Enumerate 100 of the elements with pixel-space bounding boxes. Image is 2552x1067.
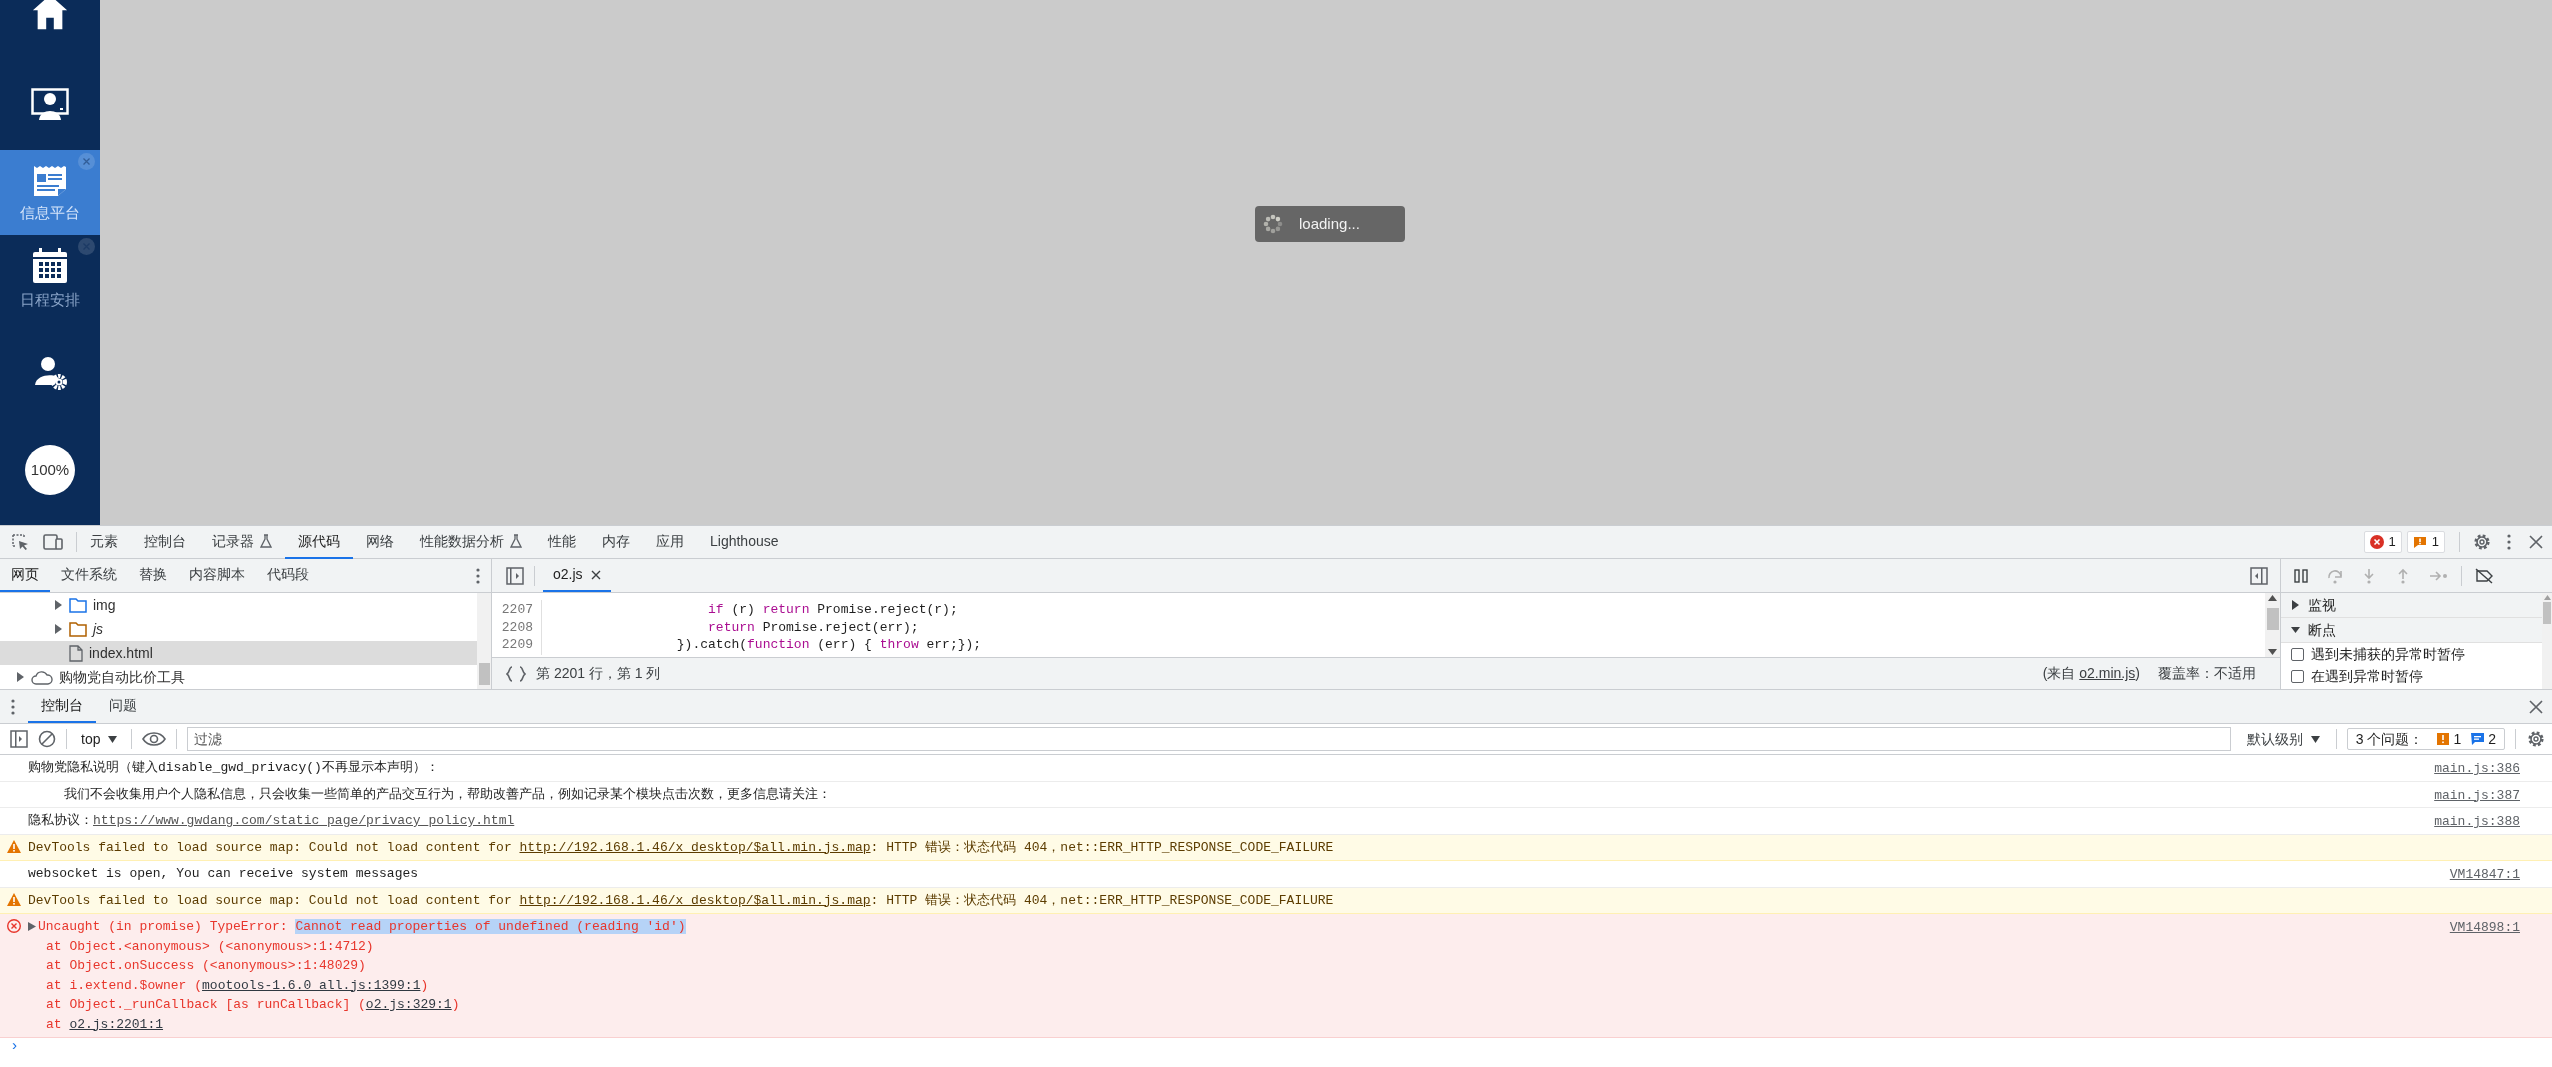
console-link[interactable]: o2.js:329:1 bbox=[365, 997, 452, 1012]
close-icon[interactable] bbox=[590, 569, 601, 580]
source-label: ) bbox=[2135, 664, 2140, 683]
panel-tab[interactable]: 应用 bbox=[643, 525, 697, 559]
panel-tab[interactable]: 控制台 bbox=[131, 525, 199, 559]
source-label: (来自 bbox=[2042, 664, 2076, 683]
log-level-dropdown[interactable]: 默认级别 bbox=[2240, 728, 2326, 750]
more-options-icon[interactable] bbox=[10, 697, 16, 716]
warning-count-badge[interactable]: 1 bbox=[2406, 531, 2445, 553]
pane-section-header[interactable]: 断点 bbox=[2281, 618, 2542, 643]
console-link[interactable]: o2.js:2201:1 bbox=[69, 1016, 164, 1032]
panel-tab[interactable]: 元素 bbox=[77, 525, 131, 559]
clear-console-icon[interactable] bbox=[38, 730, 56, 748]
panel-tab[interactable]: Lighthouse bbox=[697, 525, 792, 559]
source-map-link[interactable]: o2.min.js bbox=[2079, 663, 2136, 684]
file-tab[interactable]: o2.js bbox=[543, 559, 611, 592]
sidebar-toggle-icon[interactable] bbox=[10, 730, 28, 748]
source-link[interactable]: main.js:388 bbox=[2434, 808, 2520, 834]
console-message: 购物党隐私说明（键入disable_gwd_privacy()不再显示本声明）： bbox=[28, 759, 439, 777]
folder-icon bbox=[69, 621, 87, 637]
tree-item[interactable]: 购物党自动比价工具 bbox=[0, 665, 477, 689]
tree-item[interactable]: img bbox=[0, 593, 477, 617]
eye-icon[interactable] bbox=[142, 731, 167, 747]
issues-counter[interactable]: 3 个问题： 1 2 bbox=[2346, 728, 2505, 750]
expand-arrow-icon[interactable] bbox=[16, 672, 25, 682]
navigator-tab[interactable]: 代码段 bbox=[256, 559, 320, 592]
expand-arrow-icon[interactable] bbox=[28, 922, 36, 932]
stack-trace-line: at o2.js:2201:1 bbox=[45, 1016, 164, 1032]
panel-tab[interactable]: 记录器 bbox=[199, 525, 285, 559]
device-toolbar-icon[interactable] bbox=[42, 532, 64, 552]
scrollbar-thumb[interactable] bbox=[2266, 608, 2279, 630]
console-link[interactable]: http://192.168.1.46/x_desktop/$all.min.js.map bbox=[519, 892, 871, 908]
code-line: if (r) return Promise.reject(r); bbox=[707, 601, 958, 619]
stack-trace-line: at Object._runCallback [as runCallback] (o2.js:329:1) bbox=[45, 997, 460, 1012]
pane-section-header[interactable]: 监视 bbox=[2281, 593, 2542, 618]
spinner-icon bbox=[1263, 214, 1283, 234]
expand-arrow-icon[interactable] bbox=[2291, 600, 2300, 610]
panel-tab[interactable]: 网络 bbox=[353, 525, 407, 559]
drawer-tab[interactable]: 控制台 bbox=[28, 690, 96, 723]
coverage-label: 覆盖率：不适用 bbox=[2158, 664, 2256, 683]
sidebar-item[interactable]: 日程安排 bbox=[0, 235, 100, 320]
navigator-toggle-icon[interactable] bbox=[506, 566, 524, 585]
panel-tab[interactable]: 性能数据分析 bbox=[407, 525, 535, 559]
source-link[interactable]: VM14847:1 bbox=[2449, 861, 2520, 887]
scroll-down-icon[interactable] bbox=[2268, 649, 2277, 655]
line-number: 2209 bbox=[492, 635, 542, 655]
close-icon[interactable] bbox=[2528, 698, 2544, 715]
checkbox[interactable] bbox=[2291, 647, 2304, 661]
more-options-icon[interactable] bbox=[2506, 533, 2512, 551]
inspect-icon[interactable] bbox=[10, 532, 30, 552]
collapse-arrow-icon[interactable] bbox=[2291, 625, 2300, 635]
dropdown-arrow-icon bbox=[2310, 735, 2320, 743]
context-selector[interactable]: top bbox=[77, 728, 122, 750]
stack-trace-line: at Object.onSuccess (<anonymous>:1:48029) bbox=[45, 958, 366, 973]
scrollbar-thumb[interactable] bbox=[2543, 602, 2551, 624]
close-icon[interactable] bbox=[2528, 534, 2544, 550]
console-link[interactable]: https://www.gwdang.com/static_page/privacy_policy.html bbox=[93, 813, 515, 828]
navigator-tab[interactable]: 网页 bbox=[0, 559, 50, 592]
pause-icon[interactable] bbox=[2293, 567, 2309, 584]
error-count-badge[interactable]: 1 bbox=[2363, 531, 2402, 553]
settings-icon[interactable] bbox=[2526, 729, 2546, 749]
source-link[interactable]: main.js:386 bbox=[2434, 755, 2520, 781]
calendar-icon[interactable] bbox=[32, 248, 68, 284]
scroll-up-icon[interactable] bbox=[2268, 595, 2277, 601]
error-icon bbox=[7, 919, 21, 933]
more-options-icon[interactable] bbox=[475, 566, 481, 585]
console-prompt[interactable]: › bbox=[10, 1038, 19, 1055]
code-line: }).catch(function (err) { throw err;}); bbox=[675, 636, 982, 654]
monitor-person-icon[interactable] bbox=[31, 88, 69, 122]
source-link[interactable]: VM14898:1 bbox=[2449, 914, 2520, 1037]
filter-field[interactable]: 过滤 bbox=[187, 727, 2231, 751]
tree-item[interactable]: js bbox=[0, 617, 477, 641]
console-link[interactable]: mootools-1.6.0_all.js:1399:1 bbox=[202, 977, 421, 993]
drawer-tab[interactable]: 问题 bbox=[96, 690, 150, 723]
home-icon[interactable] bbox=[31, 0, 69, 30]
source-link[interactable]: main.js:387 bbox=[2434, 781, 2520, 807]
breakpoint-option[interactable]: 遇到未捕获的异常时暂停 bbox=[2281, 643, 2542, 665]
debugger-toggle-icon[interactable] bbox=[2250, 566, 2268, 585]
deactivate-breakpoints-icon[interactable] bbox=[2474, 567, 2494, 584]
panel-tab[interactable]: 内存 bbox=[589, 525, 643, 559]
expand-arrow-icon[interactable] bbox=[54, 600, 63, 610]
settings-icon[interactable] bbox=[2472, 532, 2492, 552]
folder-icon bbox=[69, 597, 87, 613]
navigator-tab[interactable]: 文件系统 bbox=[50, 559, 128, 592]
breakpoint-option[interactable]: 在遇到异常时暂停 bbox=[2281, 665, 2542, 687]
panel-tab[interactable]: 性能 bbox=[535, 525, 589, 559]
tree-item[interactable]: index.html bbox=[0, 641, 477, 665]
pretty-print-icon[interactable] bbox=[506, 665, 526, 682]
console-link[interactable]: http://192.168.1.46/x_desktop/$all.min.js.map bbox=[519, 839, 871, 855]
checkbox[interactable] bbox=[2291, 669, 2304, 683]
expand-arrow-icon[interactable] bbox=[54, 624, 63, 634]
navigator-tab[interactable]: 替换 bbox=[128, 559, 178, 592]
zoom-level-badge[interactable]: 100% bbox=[25, 445, 75, 495]
scrollbar-thumb[interactable] bbox=[478, 663, 490, 685]
user-gear-icon[interactable] bbox=[33, 355, 67, 390]
newspaper-icon[interactable] bbox=[33, 165, 67, 197]
cursor-position: 第 2201 行，第 1 列 bbox=[536, 664, 661, 683]
navigator-tab[interactable]: 内容脚本 bbox=[178, 559, 256, 592]
console-message: DevTools failed to load source map: Could not load content for http://192.168.1.46/x_desktop/$all.min.js.map: HTTP 错误：状态代码 404，net::ERR_HTTP_RESPONSE_CODE_FAILURE bbox=[28, 838, 1334, 857]
console-message: 隐私协议：https://www.gwdang.com/static_page/privacy_policy.html bbox=[28, 812, 515, 830]
